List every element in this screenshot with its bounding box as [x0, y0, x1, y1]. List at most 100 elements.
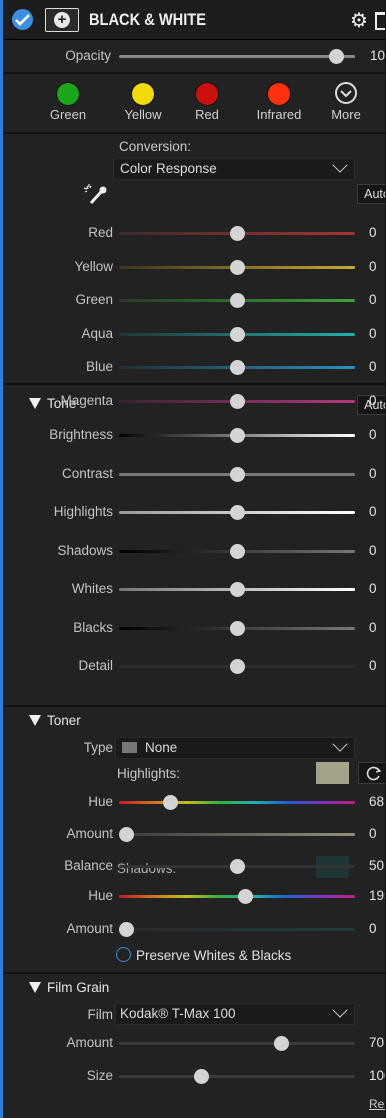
slider-label: Hue [88, 888, 113, 903]
slider-value: 68 [369, 794, 385, 809]
slider-thumb[interactable] [229, 859, 245, 874]
slider-thumb[interactable] [229, 393, 245, 409]
conversion-auto-button[interactable]: Auto [357, 184, 385, 204]
preset-label[interactable]: Infrared [244, 107, 314, 122]
slider-thumb[interactable] [229, 226, 245, 241]
preset-label[interactable]: Yellow [108, 107, 178, 122]
toner-type-dropdown[interactable]: None [115, 736, 355, 759]
slider-track[interactable] [119, 1075, 355, 1078]
trash-icon[interactable] [375, 12, 385, 30]
slider-label: Aqua [81, 325, 113, 341]
slider-value: 50 [369, 858, 385, 873]
slider-value: 0 [369, 258, 377, 274]
slider-track[interactable] [119, 928, 355, 931]
slider-value: 0 [369, 542, 377, 558]
eyedropper-icon[interactable] [83, 183, 109, 209]
plus-icon: + [54, 12, 70, 28]
add-mask-button[interactable]: + [45, 8, 79, 32]
slider-label: Shadows [57, 542, 113, 558]
conversion-label: Conversion: [119, 139, 192, 154]
film-value: Kodak® T-Max 100 [120, 1006, 236, 1021]
slider-thumb[interactable] [229, 360, 245, 375]
slider-value: 0 [369, 504, 377, 519]
preset-label[interactable]: Green [33, 107, 103, 122]
enable-checkbox[interactable] [12, 9, 33, 30]
opacity-track[interactable] [119, 55, 355, 58]
chevron-down-icon [332, 1002, 348, 1018]
slider-label: Amount [66, 921, 113, 936]
slider-thumb[interactable] [229, 582, 245, 597]
slider-thumb[interactable] [229, 543, 245, 559]
toner-label: Toner [47, 713, 81, 728]
divider [3, 72, 385, 74]
slider-label: Blacks [73, 619, 113, 635]
toner-section-header[interactable]: Toner [29, 713, 81, 728]
slider-thumb[interactable] [194, 1069, 210, 1084]
slider-value: 0 [369, 465, 377, 481]
preset-label[interactable]: Red [172, 107, 242, 122]
conversion-value: Color Response [120, 161, 217, 176]
slider-track[interactable] [119, 895, 355, 898]
more-circle-icon[interactable] [335, 82, 357, 104]
slider-label: Detail [78, 658, 113, 673]
slider-label: Yellow [74, 258, 113, 274]
divider [3, 972, 385, 974]
preserve-checkbox[interactable] [116, 947, 131, 962]
gear-icon[interactable]: ⚙ [350, 8, 368, 33]
slider-thumb[interactable] [229, 620, 245, 636]
slider-thumb[interactable] [273, 1036, 289, 1051]
slider-thumb[interactable] [119, 827, 134, 842]
slider-label: Whites [71, 581, 113, 596]
slider-thumb[interactable] [229, 259, 245, 275]
chevron-down-icon [332, 157, 348, 173]
preset-swatch-yellow[interactable] [132, 83, 154, 105]
conversion-dropdown[interactable]: Color Response [113, 157, 355, 180]
slider-thumb[interactable] [229, 466, 245, 482]
slider-value: 0 [369, 427, 377, 442]
refresh-icon [366, 766, 382, 781]
film-dropdown[interactable]: Kodak® T-Max 100 [115, 1002, 355, 1025]
opacity-label: Opacity [65, 48, 111, 63]
preset-swatch-green[interactable] [57, 83, 79, 105]
slider-value: 0 [369, 581, 377, 596]
slider-value: 0 [369, 826, 377, 841]
slider-value: 70 [369, 1035, 385, 1050]
highlight-color-swatch[interactable] [316, 762, 349, 784]
divider [3, 705, 385, 707]
slider-track[interactable] [119, 1042, 355, 1045]
slider-thumb[interactable] [229, 293, 245, 308]
slider-thumb[interactable] [119, 922, 134, 937]
preset-swatch-infrared[interactable] [268, 83, 290, 105]
chevron-down-icon [332, 736, 348, 752]
reset-link[interactable]: Reset [369, 1097, 385, 1111]
slider-label: Green [75, 292, 113, 307]
slider-thumb[interactable] [229, 505, 245, 520]
swap-colors-button[interactable] [358, 762, 385, 784]
slider-value: 0 [369, 392, 377, 408]
slider-label: Blue [85, 359, 113, 374]
triangle-down-icon [29, 715, 41, 726]
triangle-down-icon [29, 982, 41, 993]
slider-thumb[interactable] [229, 659, 245, 674]
slider-label: Brightness [49, 427, 113, 442]
highlights-label: Highlights: [117, 766, 181, 781]
slider-label: Balance [64, 858, 113, 873]
film-grain-section-header[interactable]: Film Grain [29, 980, 109, 995]
opacity-thumb[interactable] [328, 49, 344, 64]
divider [3, 383, 385, 385]
preset-label[interactable]: More [311, 107, 381, 122]
slider-value: 0 [369, 225, 377, 240]
slider-label: Red [88, 225, 113, 240]
slider-value: 0 [369, 619, 377, 635]
slider-thumb[interactable] [229, 326, 245, 342]
slider-track[interactable] [119, 833, 355, 836]
slider-label: Magenta [60, 392, 113, 408]
slider-thumb[interactable] [229, 428, 245, 443]
slider-thumb[interactable] [238, 889, 254, 904]
slider-value: 0 [369, 325, 377, 341]
film-grain-label: Film Grain [47, 980, 110, 995]
slider-track[interactable] [119, 801, 355, 804]
slider-thumb[interactable] [163, 795, 179, 810]
slider-value: 0 [369, 921, 377, 936]
preset-swatch-red[interactable] [196, 83, 218, 105]
